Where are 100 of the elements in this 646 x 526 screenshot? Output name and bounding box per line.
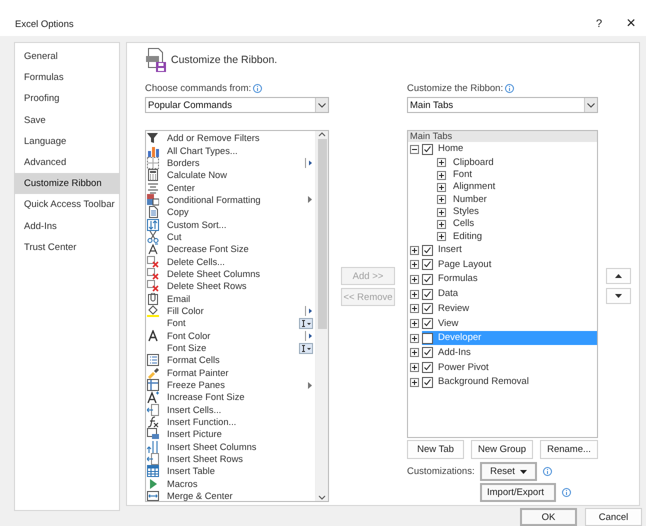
- command-item[interactable]: Increase Font Size: [167, 392, 297, 402]
- command-item[interactable]: Borders: [167, 158, 297, 168]
- command-item[interactable]: Font Color: [167, 330, 297, 341]
- expand-icon[interactable]: [437, 158, 446, 168]
- tree-item[interactable]: Font: [451, 168, 474, 182]
- expand-icon[interactable]: [437, 220, 446, 229]
- tree-item[interactable]: Data: [436, 287, 460, 302]
- command-item[interactable]: Format Cells: [167, 355, 297, 366]
- nav-item[interactable]: Customize Ribbon: [15, 173, 119, 194]
- command-item[interactable]: Add or Remove Filters: [167, 133, 297, 144]
- checkbox[interactable]: [422, 288, 433, 300]
- close-button[interactable]: ×: [616, 15, 646, 33]
- move-up-button[interactable]: [606, 268, 631, 284]
- command-item[interactable]: Delete Sheet Columns: [167, 268, 297, 279]
- tree-item[interactable]: Review: [436, 302, 472, 316]
- new-group-button[interactable]: New Group: [471, 440, 533, 459]
- expand-icon[interactable]: [437, 232, 446, 242]
- command-item[interactable]: Email: [167, 294, 297, 304]
- checkbox[interactable]: [422, 318, 433, 330]
- nav-item[interactable]: Save: [15, 110, 119, 131]
- expand-icon[interactable]: [410, 378, 419, 387]
- command-item[interactable]: Fill Color: [167, 306, 297, 316]
- command-item[interactable]: Insert Sheet Rows: [167, 454, 297, 464]
- command-item[interactable]: All Chart Types...: [167, 146, 297, 156]
- command-item[interactable]: Insert Table: [167, 466, 297, 476]
- tree-item[interactable]: Power Pivot: [436, 360, 491, 375]
- checkbox[interactable]: [422, 144, 433, 155]
- expand-icon[interactable]: [410, 304, 419, 314]
- checkbox[interactable]: [422, 362, 433, 374]
- tree-item[interactable]: Page Layout: [436, 258, 494, 272]
- info-icon[interactable]: [505, 84, 514, 92]
- info-icon[interactable]: [253, 84, 262, 92]
- command-item[interactable]: Delete Sheet Rows: [167, 281, 297, 292]
- tree-item[interactable]: Add-Ins: [436, 346, 473, 360]
- tree-item[interactable]: Clipboard: [451, 156, 496, 170]
- nav-item[interactable]: Trust Center: [15, 236, 119, 258]
- command-item[interactable]: Copy: [167, 207, 297, 218]
- tree-item[interactable]: Insert: [436, 243, 464, 258]
- command-item[interactable]: Font: [167, 318, 297, 328]
- command-item[interactable]: Calculate Now: [167, 170, 297, 180]
- tree-item[interactable]: Editing: [451, 230, 484, 244]
- tree-item[interactable]: View: [436, 316, 460, 331]
- command-item[interactable]: Insert Function...: [167, 417, 297, 428]
- expand-icon[interactable]: [410, 334, 419, 343]
- command-item[interactable]: Macros: [167, 478, 297, 489]
- expand-icon[interactable]: [410, 363, 419, 372]
- expand-icon[interactable]: [437, 170, 446, 180]
- rename-button[interactable]: Rename...: [540, 440, 598, 459]
- new-tab-button[interactable]: New Tab: [407, 440, 464, 459]
- checkbox[interactable]: [422, 259, 433, 270]
- tree-item[interactable]: Cells: [451, 217, 476, 232]
- nav-item[interactable]: Quick Access Toolbar: [15, 194, 119, 216]
- tree-item[interactable]: Background Removal: [436, 375, 531, 390]
- command-item[interactable]: Font Size: [167, 343, 297, 354]
- dropdown-field[interactable]: Popular Commands: [145, 97, 329, 113]
- expand-icon[interactable]: [410, 290, 419, 299]
- command-item[interactable]: Decrease Font Size: [167, 244, 297, 254]
- tree-item[interactable]: Alignment: [451, 180, 498, 194]
- checkbox[interactable]: [422, 376, 433, 388]
- move-down-button[interactable]: [606, 288, 631, 304]
- checkbox[interactable]: [422, 244, 433, 256]
- info-icon[interactable]: [543, 467, 552, 476]
- nav-item[interactable]: Add-Ins: [15, 216, 119, 237]
- command-item[interactable]: Insert Cells...: [167, 404, 297, 415]
- tree-item[interactable]: Formulas: [436, 272, 480, 286]
- expand-icon[interactable]: [410, 319, 419, 328]
- dropdown-field[interactable]: Main Tabs: [407, 97, 598, 113]
- scrollbar[interactable]: [315, 131, 328, 501]
- collapse-icon[interactable]: [410, 144, 419, 154]
- expand-icon[interactable]: [410, 260, 419, 270]
- checkbox[interactable]: [422, 303, 433, 314]
- tree-item[interactable]: Styles: [451, 205, 481, 220]
- command-item[interactable]: Merge & Center: [167, 491, 297, 501]
- cancel-button[interactable]: Cancel: [585, 508, 642, 526]
- expand-icon[interactable]: [410, 246, 419, 255]
- info-icon[interactable]: [562, 488, 571, 497]
- command-item[interactable]: Conditional Formatting: [167, 194, 297, 205]
- ok-button[interactable]: OK: [520, 508, 577, 526]
- command-item[interactable]: Format Painter: [167, 368, 297, 378]
- command-item[interactable]: Insert Sheet Columns: [167, 442, 297, 452]
- nav-item[interactable]: Advanced: [15, 152, 119, 174]
- tree-item[interactable]: Home: [436, 142, 466, 156]
- tree-item[interactable]: Number: [451, 192, 489, 207]
- nav-item[interactable]: General: [15, 46, 119, 68]
- nav-item[interactable]: Proofing: [15, 88, 119, 110]
- expand-icon[interactable]: [410, 348, 419, 358]
- nav-item[interactable]: Formulas: [15, 67, 119, 88]
- chevron-up-icon[interactable]: [318, 131, 326, 137]
- command-item[interactable]: Center: [167, 182, 297, 193]
- checkbox[interactable]: [422, 274, 433, 285]
- command-item[interactable]: Delete Cells...: [167, 256, 297, 267]
- chevron-down-icon[interactable]: [318, 495, 326, 501]
- checkbox[interactable]: [422, 332, 433, 344]
- command-item[interactable]: Freeze Panes: [167, 380, 297, 390]
- command-item[interactable]: Custom Sort...: [167, 220, 297, 230]
- import-export-button[interactable]: Import/Export: [480, 483, 556, 502]
- expand-icon[interactable]: [437, 195, 446, 204]
- expand-icon[interactable]: [437, 208, 446, 217]
- nav-item[interactable]: Language: [15, 130, 119, 152]
- reset-button[interactable]: Reset: [480, 462, 537, 481]
